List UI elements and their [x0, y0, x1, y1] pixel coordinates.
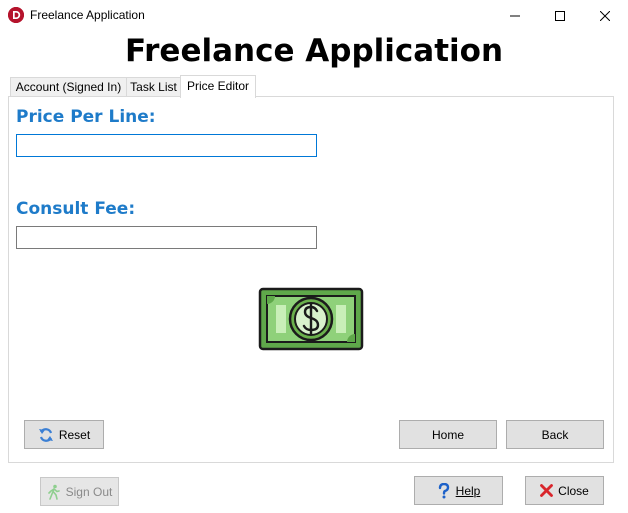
maximize-button[interactable]: [537, 0, 583, 31]
tab-task-list[interactable]: Task List: [126, 77, 181, 97]
minimize-icon: [510, 15, 520, 16]
close-label: Close: [558, 483, 589, 498]
home-button[interactable]: Home: [399, 420, 497, 449]
sign-out-button[interactable]: Sign Out: [40, 477, 119, 506]
back-button[interactable]: Back: [506, 420, 604, 449]
sign-out-label: Sign Out: [65, 484, 113, 499]
price-per-line-input[interactable]: [16, 134, 317, 157]
minimize-button[interactable]: [492, 0, 538, 31]
page-title: Freelance Application: [124, 33, 504, 69]
close-icon: [600, 10, 610, 21]
price-per-line-label: Price Per Line:: [16, 107, 156, 127]
maximize-icon: [555, 10, 565, 21]
close-button[interactable]: Close: [525, 476, 604, 505]
consult-fee-input[interactable]: [16, 226, 317, 249]
money-bill-icon: [258, 287, 364, 351]
tab-account[interactable]: Account (Signed In): [10, 77, 127, 97]
reset-button[interactable]: Reset: [24, 420, 104, 449]
app-logo-icon: [8, 7, 24, 23]
refresh-icon: [38, 427, 53, 442]
walking-person-icon: [47, 484, 60, 500]
window-close-button[interactable]: [582, 0, 628, 31]
window-title: Freelance Application: [30, 8, 145, 22]
consult-fee-label: Consult Fee:: [16, 199, 136, 219]
title-bar: Freelance Application: [0, 0, 628, 31]
help-label: Help: [455, 483, 481, 498]
tab-price-editor[interactable]: Price Editor: [180, 75, 256, 98]
price-editor-panel: Price Per Line: Consult Fee: Reset Home …: [8, 96, 614, 463]
question-mark-icon: [438, 482, 449, 498]
help-button[interactable]: Help: [414, 476, 503, 505]
reset-label: Reset: [58, 427, 91, 442]
red-x-icon: [540, 484, 554, 497]
